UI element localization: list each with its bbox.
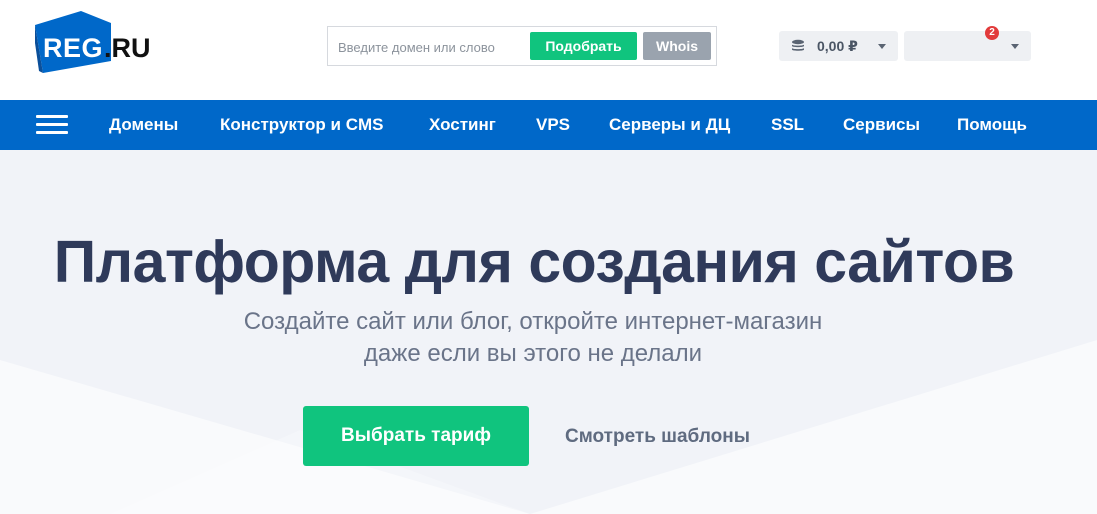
coins-icon [792,39,804,51]
domain-search-input[interactable] [338,34,528,60]
balance-value: 0,00 ₽ [817,38,858,54]
logo-suffix: .RU [104,33,151,63]
whois-button[interactable]: Whois [643,32,711,60]
nav-item-vps[interactable]: VPS [536,115,570,135]
domain-search-form: Подобрать Whois [327,26,717,66]
chevron-down-icon [1011,44,1019,49]
nav-item-help[interactable]: Помощь [957,115,1027,135]
main-nav: Домены Конструктор и CMS Хостинг VPS Сер… [0,100,1097,150]
view-templates-link[interactable]: Смотреть шаблоны [565,426,750,448]
nav-item-services[interactable]: Сервисы [843,115,920,135]
nav-item-hosting[interactable]: Хостинг [429,115,496,135]
nav-item-servers[interactable]: Серверы и ДЦ [609,115,730,135]
site-header: REG .RU Подобрать Whois 0,00 ₽ 2 [0,0,1097,100]
hero-subtitle-line-1: Создайте сайт или блог, откройте интерне… [243,308,823,335]
chevron-down-icon [878,44,886,49]
account-dropdown[interactable]: 2 [904,26,1031,61]
nav-item-domains[interactable]: Домены [109,115,178,135]
nav-item-builder-cms[interactable]: Конструктор и CMS [220,115,383,135]
hamburger-icon[interactable] [36,115,68,135]
nav-item-ssl[interactable]: SSL [771,115,804,135]
logo-brand: REG [43,33,104,63]
balance-dropdown[interactable]: 0,00 ₽ [779,31,898,61]
hero-subtitle-line-2: даже если вы этого не делали [363,340,703,367]
pick-domain-button[interactable]: Подобрать [530,32,637,60]
notification-badge: 2 [985,26,999,40]
hero-section: Платформа для создания сайтов Создайте с… [0,150,1097,514]
hero-subtitle: Создайте сайт или блог, откройте интерне… [0,306,1066,370]
choose-plan-button[interactable]: Выбрать тариф [303,406,529,466]
page-title: Платформа для создания сайтов [53,229,1015,295]
